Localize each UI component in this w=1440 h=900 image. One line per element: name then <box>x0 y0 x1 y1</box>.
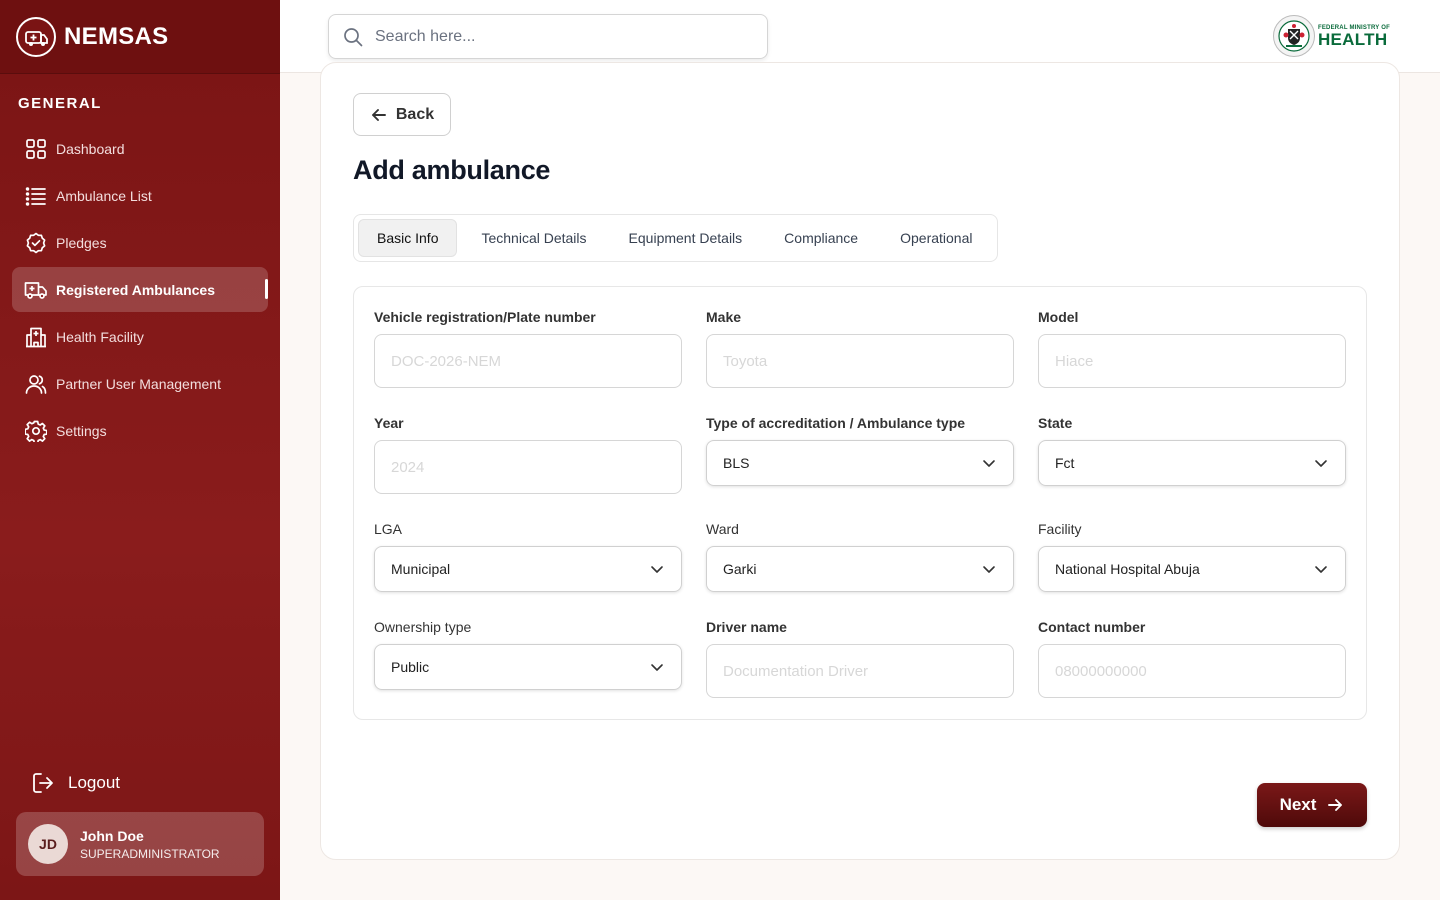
driver-name-input[interactable] <box>706 644 1014 698</box>
tab-technical-details[interactable]: Technical Details <box>463 219 604 257</box>
sidebar-item-label: Health Facility <box>56 328 144 345</box>
logout-icon <box>30 770 56 796</box>
ownership-value: Public <box>391 659 430 675</box>
sidebar-nav: Dashboard Ambulance List Pledges Registe… <box>12 126 268 455</box>
state-value: Fct <box>1055 455 1075 471</box>
list-icon <box>24 184 48 208</box>
sidebar-item-label: Dashboard <box>56 140 125 157</box>
ambulance-type-value: BLS <box>723 455 750 471</box>
brand[interactable]: NEMSAS <box>0 0 280 74</box>
sidebar-item-partner-user-management[interactable]: Partner User Management <box>12 361 268 406</box>
sidebar-item-label: Ambulance List <box>56 187 152 204</box>
contact-number-input[interactable] <box>1038 644 1346 698</box>
ownership-select[interactable]: Public <box>374 644 682 690</box>
driver-name-label: Driver name <box>706 619 787 635</box>
tab-compliance[interactable]: Compliance <box>766 219 876 257</box>
nemsas-logo-icon <box>16 16 56 57</box>
chevron-down-icon <box>1313 455 1329 471</box>
user-name: John Doe <box>80 827 144 844</box>
gear-icon <box>24 419 48 443</box>
chevron-down-icon <box>649 659 665 675</box>
sidebar-item-label: Partner User Management <box>56 375 221 392</box>
next-label: Next <box>1279 795 1317 814</box>
plate-label: Vehicle registration/Plate number <box>374 309 596 325</box>
grid-icon <box>24 137 48 161</box>
back-label: Back <box>395 105 435 123</box>
brand-name: NEMSAS <box>64 22 169 50</box>
logout-button[interactable]: Logout <box>30 770 120 796</box>
chevron-down-icon <box>1313 561 1329 577</box>
chevron-down-icon <box>981 455 997 471</box>
search-icon <box>343 27 363 47</box>
lga-value: Municipal <box>391 561 451 577</box>
tab-basic-info[interactable]: Basic Info <box>358 219 458 257</box>
ownership-label: Ownership type <box>374 619 472 635</box>
avatar: JD <box>28 824 68 864</box>
arrow-right-icon <box>1326 796 1344 814</box>
sidebar-item-pledges[interactable]: Pledges <box>12 220 268 265</box>
contact-number-label: Contact number <box>1038 619 1146 635</box>
lga-label: LGA <box>374 521 403 537</box>
plate-number-input[interactable] <box>374 334 682 388</box>
form-tabs: Basic Info Technical Details Equipment D… <box>353 214 998 262</box>
ward-value: Garki <box>723 561 757 577</box>
sidebar-item-registered-ambulances[interactable]: Registered Ambulances <box>12 267 268 312</box>
sidebar-item-health-facility[interactable]: Health Facility <box>12 314 268 359</box>
sidebar-item-label: Pledges <box>56 234 107 251</box>
model-label: Model <box>1038 309 1079 325</box>
ward-select[interactable]: Garki <box>706 546 1014 592</box>
sidebar-item-settings[interactable]: Settings <box>12 408 268 453</box>
ministry-big-text: HEALTH <box>1317 29 1388 49</box>
year-input[interactable] <box>374 440 682 494</box>
tab-operational[interactable]: Operational <box>882 219 990 257</box>
back-button[interactable]: Back <box>353 93 451 136</box>
page-title: Add ambulance <box>353 155 551 185</box>
sidebar-item-ambulance-list[interactable]: Ambulance List <box>12 173 268 218</box>
ministry-of-health-logo: FEDERAL MINISTRY OF HEALTH <box>1272 15 1390 57</box>
facility-value: National Hospital Abuja <box>1055 561 1200 577</box>
model-input[interactable] <box>1038 334 1346 388</box>
facility-label: Facility <box>1038 521 1082 537</box>
arrow-left-icon <box>370 106 388 124</box>
make-input[interactable] <box>706 334 1014 388</box>
sidebar-item-dashboard[interactable]: Dashboard <box>12 126 268 171</box>
state-select[interactable]: Fct <box>1038 440 1346 486</box>
badge-check-icon <box>24 231 48 255</box>
logout-label: Logout <box>68 773 120 792</box>
nav-section-label: GENERAL <box>18 95 102 112</box>
tab-equipment-details[interactable]: Equipment Details <box>611 219 761 257</box>
chevron-down-icon <box>649 561 665 577</box>
search-input[interactable] <box>375 27 755 46</box>
user-profile-card[interactable]: JD John Doe SUPERADMINISTRATOR <box>16 812 264 876</box>
search-box[interactable] <box>328 14 768 59</box>
make-label: Make <box>706 309 742 325</box>
facility-select[interactable]: National Hospital Abuja <box>1038 546 1346 592</box>
lga-select[interactable]: Municipal <box>374 546 682 592</box>
user-role: SUPERADMINISTRATOR <box>80 846 220 861</box>
basic-info-form: Vehicle registration/Plate number Make M… <box>353 286 1367 720</box>
ambulance-type-label: Type of accreditation / Ambulance type <box>706 415 966 431</box>
year-label: Year <box>374 415 404 431</box>
hospital-icon <box>24 325 48 349</box>
state-label: State <box>1038 415 1073 431</box>
ward-label: Ward <box>706 521 739 537</box>
main-card: Back Add ambulance Basic Info Technical … <box>320 62 1400 860</box>
users-icon <box>24 372 48 396</box>
sidebar-item-label: Settings <box>56 422 107 439</box>
sidebar: NEMSAS GENERAL Dashboard Ambulance List … <box>0 0 280 900</box>
chevron-down-icon <box>981 561 997 577</box>
coat-of-arms-icon <box>1272 15 1315 57</box>
next-button[interactable]: Next <box>1257 783 1367 827</box>
sidebar-item-label: Registered Ambulances <box>56 281 215 298</box>
ambulance-icon <box>24 278 48 302</box>
ambulance-type-select[interactable]: BLS <box>706 440 1014 486</box>
